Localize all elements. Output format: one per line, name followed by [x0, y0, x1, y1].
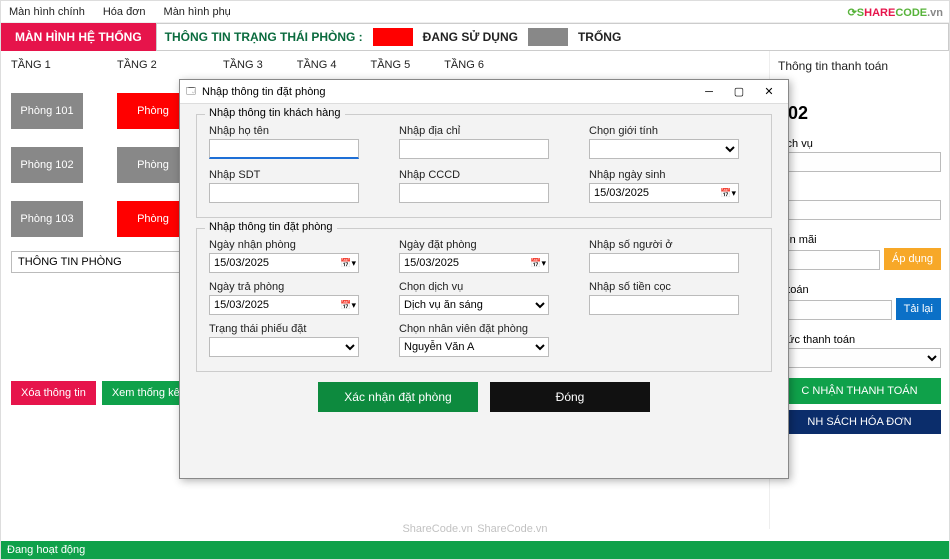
system-title: MÀN HÌNH HỆ THỐNG: [1, 23, 156, 51]
status-bar: Đang hoạt động: [1, 541, 949, 559]
method-select[interactable]: [778, 348, 941, 368]
floor-5-header: TẦNG 5: [370, 59, 410, 71]
total-label: h toán: [778, 284, 941, 296]
empty-text: TRỐNG: [578, 30, 621, 44]
confirm-payment-button[interactable]: C NHẬN THANH TOÁN: [778, 378, 941, 404]
promo-label: yến mãi: [778, 234, 941, 246]
svc-input[interactable]: [778, 152, 941, 172]
room-lbl2: g: [778, 186, 941, 198]
bill-list-button[interactable]: NH SÁCH HÓA ĐƠN: [778, 410, 941, 434]
room-input[interactable]: [778, 200, 941, 220]
checkout-label: Ngày trả phòng: [209, 281, 359, 293]
deposit-label: Nhập số tiền cọc: [589, 281, 739, 293]
service-select[interactable]: Dịch vụ ăn sáng: [399, 295, 549, 315]
minimize-button[interactable]: ─: [694, 82, 724, 102]
dob-picker[interactable]: 15/03/2025📅▾: [589, 183, 739, 203]
gender-label: Chọn giới tính: [589, 125, 739, 137]
cccd-label: Nhập CCCD: [399, 169, 549, 181]
floor-4-header: TẦNG 4: [297, 59, 337, 71]
phone-label: Nhập SDT: [209, 169, 359, 181]
checkin-label: Ngày nhận phòng: [209, 239, 359, 251]
booking-dialog: 🗔 Nhập thông tin đặt phòng ─ ▢ ✕ Nhập th…: [179, 79, 789, 479]
room-103[interactable]: Phòng 103: [11, 201, 83, 237]
name-label: Nhập họ tên: [209, 125, 359, 137]
dialog-title: Nhập thông tin đặt phòng: [202, 86, 694, 98]
delete-button[interactable]: Xóa thông tin: [11, 381, 96, 405]
close-dialog-button[interactable]: Đóng: [490, 382, 650, 412]
calendar-icon: 📅▾: [720, 188, 736, 199]
floor-1-header: TẦNG 1: [11, 59, 83, 71]
room-102[interactable]: Phòng 102: [11, 147, 83, 183]
total-input[interactable]: [778, 300, 892, 320]
payment-room: 502: [778, 103, 941, 124]
maximize-button[interactable]: ▢: [724, 82, 754, 102]
dialog-icon: 🗔: [184, 85, 198, 99]
group2-label: Nhập thông tin đặt phòng: [205, 221, 337, 233]
status-select[interactable]: [209, 337, 359, 357]
in-use-text: ĐANG SỬ DỤNG: [423, 30, 518, 44]
reload-button[interactable]: Tải lại: [896, 298, 941, 320]
method-label: thức thanh toán: [778, 334, 941, 346]
swatch-empty: [528, 28, 568, 46]
addr-input[interactable]: [399, 139, 549, 159]
room-label: g: [778, 87, 941, 99]
bookdate-picker[interactable]: 15/03/2025📅▾: [399, 253, 549, 273]
sharecode-logo: ⟳SHARECODE.vn: [848, 3, 943, 19]
name-input[interactable]: [209, 139, 359, 159]
floor-6-header: TẦNG 6: [444, 59, 484, 71]
status-label2: Trạng thái phiếu đặt: [209, 323, 359, 335]
floor-2-header: TẦNG 2: [117, 59, 189, 71]
menu-sub[interactable]: Màn hình phụ: [164, 6, 231, 18]
phone-input[interactable]: [209, 183, 359, 203]
menu-main[interactable]: Màn hình chính: [9, 6, 85, 18]
cccd-input[interactable]: [399, 183, 549, 203]
floor-3-header: TẦNG 3: [223, 59, 263, 71]
status-label: THÔNG TIN TRẠNG THÁI PHÒNG :: [165, 30, 363, 44]
payment-header: Thông tin thanh toán: [778, 59, 941, 73]
close-button[interactable]: ✕: [754, 82, 784, 102]
confirm-booking-button[interactable]: Xác nhận đặt phòng: [318, 382, 478, 412]
gender-select[interactable]: [589, 139, 739, 159]
checkin-picker[interactable]: 15/03/2025📅▾: [209, 253, 359, 273]
service-label: Chọn dịch vụ: [399, 281, 549, 293]
bookdate-label: Ngày đặt phòng: [399, 239, 549, 251]
promo-input[interactable]: [778, 250, 880, 270]
addr-label: Nhập địa chỉ: [399, 125, 549, 137]
room-101[interactable]: Phòng 101: [11, 93, 83, 129]
people-label: Nhập số người ở: [589, 239, 739, 251]
calendar-icon: 📅▾: [340, 300, 356, 311]
dob-label: Nhập ngày sinh: [589, 169, 739, 181]
deposit-input[interactable]: [589, 295, 739, 315]
room-info-box: THÔNG TIN PHÒNG: [11, 251, 181, 273]
menu-bill[interactable]: Hóa đơn: [103, 6, 146, 18]
calendar-icon: 📅▾: [530, 258, 546, 269]
checkout-picker[interactable]: 15/03/2025📅▾: [209, 295, 359, 315]
calendar-icon: 📅▾: [340, 258, 356, 269]
apply-button[interactable]: Áp dụng: [884, 248, 941, 270]
staff-label: Chọn nhân viên đặt phòng: [399, 323, 549, 335]
swatch-in-use: [373, 28, 413, 46]
svc-label: dịch vụ: [778, 138, 941, 150]
group1-label: Nhập thông tin khách hàng: [205, 107, 345, 119]
people-input[interactable]: [589, 253, 739, 273]
staff-select[interactable]: Nguyễn Văn A: [399, 337, 549, 357]
